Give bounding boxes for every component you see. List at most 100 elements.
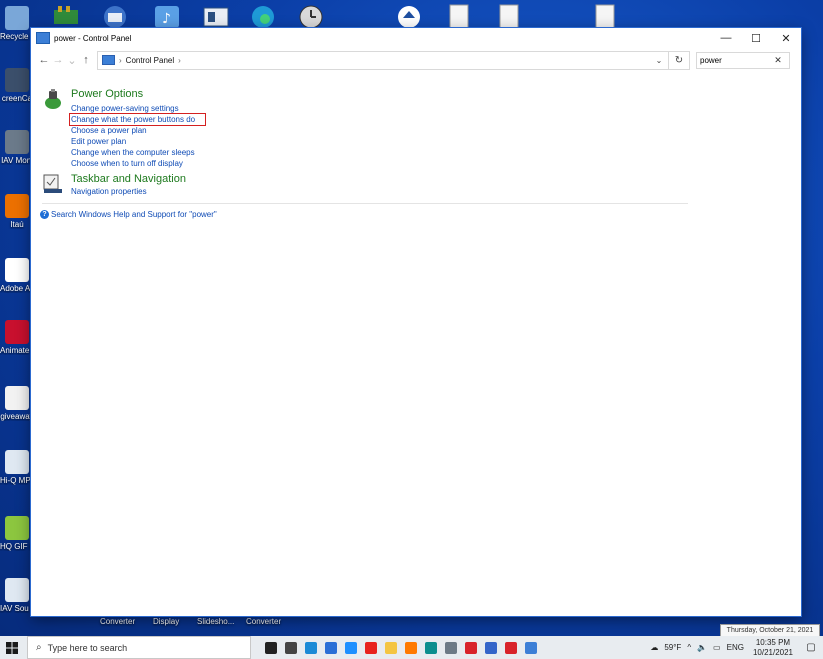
clock[interactable]: 10:35 PM 10/21/2021: [753, 638, 793, 658]
edge-desktop-icon[interactable]: [248, 4, 278, 30]
update-app-icon[interactable]: [394, 4, 424, 30]
clear-search-icon[interactable]: ✕: [770, 55, 786, 66]
control-panel-address-icon: [102, 55, 115, 65]
file-icon-3[interactable]: [590, 4, 620, 30]
desktop-icon[interactable]: Hi-Q MP Recorder: [0, 450, 34, 485]
desktop-label-slideshow[interactable]: Slidesho...: [197, 617, 234, 626]
weather-temp[interactable]: 59°F: [664, 643, 681, 652]
start-button[interactable]: [0, 636, 24, 659]
desktop-icon[interactable]: Adobe Acrobat: [0, 258, 34, 293]
clock-time: 10:35 PM: [755, 637, 791, 647]
help-search-link[interactable]: ? Search Windows Help and Support for "p…: [40, 210, 217, 219]
clock-date: 10/21/2021: [752, 647, 793, 657]
maximize-button[interactable]: ☐: [741, 28, 771, 48]
edge-icon[interactable]: [301, 636, 321, 659]
store-icon-glyph: [325, 641, 337, 654]
desktop-icon[interactable]: Recycle B: [0, 6, 34, 41]
up-arrow-icon[interactable]: ↑: [79, 54, 93, 66]
link-edit-power-plan[interactable]: Edit power plan: [71, 137, 126, 146]
app-red2-icon-glyph: [505, 641, 517, 654]
app-red2-icon[interactable]: [501, 636, 521, 659]
app-teal-icon[interactable]: [421, 636, 441, 659]
app-red-icon[interactable]: [461, 636, 481, 659]
desktop-label-display[interactable]: Display: [153, 617, 179, 626]
minimize-button[interactable]: —: [711, 28, 741, 48]
search-icon: ⌕: [36, 642, 42, 653]
link-navigation-properties[interactable]: Navigation properties: [71, 187, 147, 196]
acrobat-icon: [5, 258, 29, 282]
desktop-icon[interactable]: HQ GIF Maker: [0, 516, 34, 551]
back-arrow-icon[interactable]: ←: [37, 54, 51, 66]
breadcrumb-separator-icon[interactable]: ›: [119, 56, 122, 65]
help-search-text[interactable]: Search Windows Help and Support for "pow…: [51, 210, 217, 219]
breadcrumb-control-panel[interactable]: Control Panel: [126, 56, 174, 65]
power-options-heading[interactable]: Power Options: [71, 88, 143, 100]
desktop-icon-label: giveaway: [0, 412, 34, 421]
hardware-icon[interactable]: [52, 4, 82, 30]
desktop-label-converter-2[interactable]: Converter: [246, 617, 281, 626]
file-icon-1[interactable]: [444, 4, 474, 30]
taskbar-navigation-heading[interactable]: Taskbar and Navigation: [71, 173, 186, 185]
ie-icon[interactable]: [341, 636, 361, 659]
thunderbird-icon[interactable]: [100, 4, 130, 30]
desktop-icon-label: Animate Banner: [0, 346, 34, 355]
app-grey-icon[interactable]: [441, 636, 461, 659]
search-input[interactable]: [700, 55, 770, 65]
volume-icon[interactable]: 🔈: [697, 643, 707, 652]
clock-app-icon[interactable]: [296, 4, 326, 30]
file-icon-2[interactable]: [494, 4, 524, 30]
file-explorer-icon-glyph: [385, 641, 397, 654]
document-icon: [5, 386, 29, 410]
address-bar[interactable]: › Control Panel › ⌄: [97, 50, 669, 70]
music-file-icon: [5, 450, 29, 474]
recycle-bin-icon: [5, 6, 29, 30]
control-panel-taskbar-icon[interactable]: [521, 636, 541, 659]
breadcrumb-separator-icon[interactable]: ›: [178, 56, 181, 65]
recent-locations-icon[interactable]: ⌄: [65, 54, 79, 67]
desktop-icon[interactable]: Itaú: [0, 194, 34, 229]
weather-icon[interactable]: ☁: [650, 643, 658, 652]
task-view-icon-glyph: [285, 641, 297, 654]
desktop-icon-label: Hi-Q MP Recorder: [0, 476, 34, 485]
link-change-power-buttons[interactable]: Change what the power buttons do: [68, 113, 207, 126]
search-box[interactable]: ✕: [696, 51, 790, 69]
desktop-icon[interactable]: creenCa: [0, 68, 34, 103]
network-icon[interactable]: ▭: [713, 643, 721, 652]
link-computer-sleeps[interactable]: Change when the computer sleeps: [71, 148, 195, 157]
refresh-icon[interactable]: ↻: [669, 50, 690, 70]
control-panel-icon: [36, 32, 50, 44]
task-view-icon[interactable]: [281, 636, 301, 659]
control-panel-taskbar-icon-glyph: [525, 641, 537, 654]
desktop-label-converter[interactable]: Converter: [100, 617, 135, 626]
link-turn-off-display[interactable]: Choose when to turn off display: [71, 159, 183, 168]
help-icon: ?: [40, 210, 49, 219]
music-icon[interactable]: ♪: [152, 4, 182, 30]
firefox-icon[interactable]: [401, 636, 421, 659]
file-explorer-icon[interactable]: [381, 636, 401, 659]
store-icon[interactable]: [321, 636, 341, 659]
desktop-icon[interactable]: Animate Banner: [0, 320, 34, 355]
opera-icon[interactable]: [361, 636, 381, 659]
itau-icon: [5, 194, 29, 218]
title-bar[interactable]: power - Control Panel — ☐ ✕: [31, 28, 801, 48]
tray-chevron-icon[interactable]: ^: [687, 643, 691, 652]
app-teal-icon-glyph: [425, 641, 437, 654]
desktop-icon-label: Adobe Acrobat: [0, 284, 34, 293]
desktop-icon[interactable]: giveaway: [0, 386, 34, 421]
forward-arrow-icon[interactable]: →: [51, 54, 65, 66]
notifications-icon[interactable]: ▢: [799, 642, 823, 653]
taskbar-navigation-icon: [43, 174, 62, 193]
app-blue-icon[interactable]: [481, 636, 501, 659]
link-change-power-saving[interactable]: Change power-saving settings: [71, 104, 179, 113]
address-dropdown-icon[interactable]: ⌄: [650, 56, 668, 65]
close-button[interactable]: ✕: [771, 28, 801, 48]
desktop-icon[interactable]: IAV Sou Recorder: [0, 578, 34, 613]
taskbar: ⌕ Type here to search ☁ 59°F ^ 🔈 ▭ ENG 1…: [0, 636, 823, 659]
slideshow-icon[interactable]: [202, 4, 232, 30]
language-indicator[interactable]: ENG: [727, 643, 744, 652]
animate-icon: [5, 320, 29, 344]
taskbar-search-box[interactable]: ⌕ Type here to search: [27, 636, 251, 659]
cortana-icon[interactable]: [261, 636, 281, 659]
desktop-icon[interactable]: IAV Moni: [0, 130, 34, 165]
link-choose-power-plan[interactable]: Choose a power plan: [71, 126, 147, 135]
